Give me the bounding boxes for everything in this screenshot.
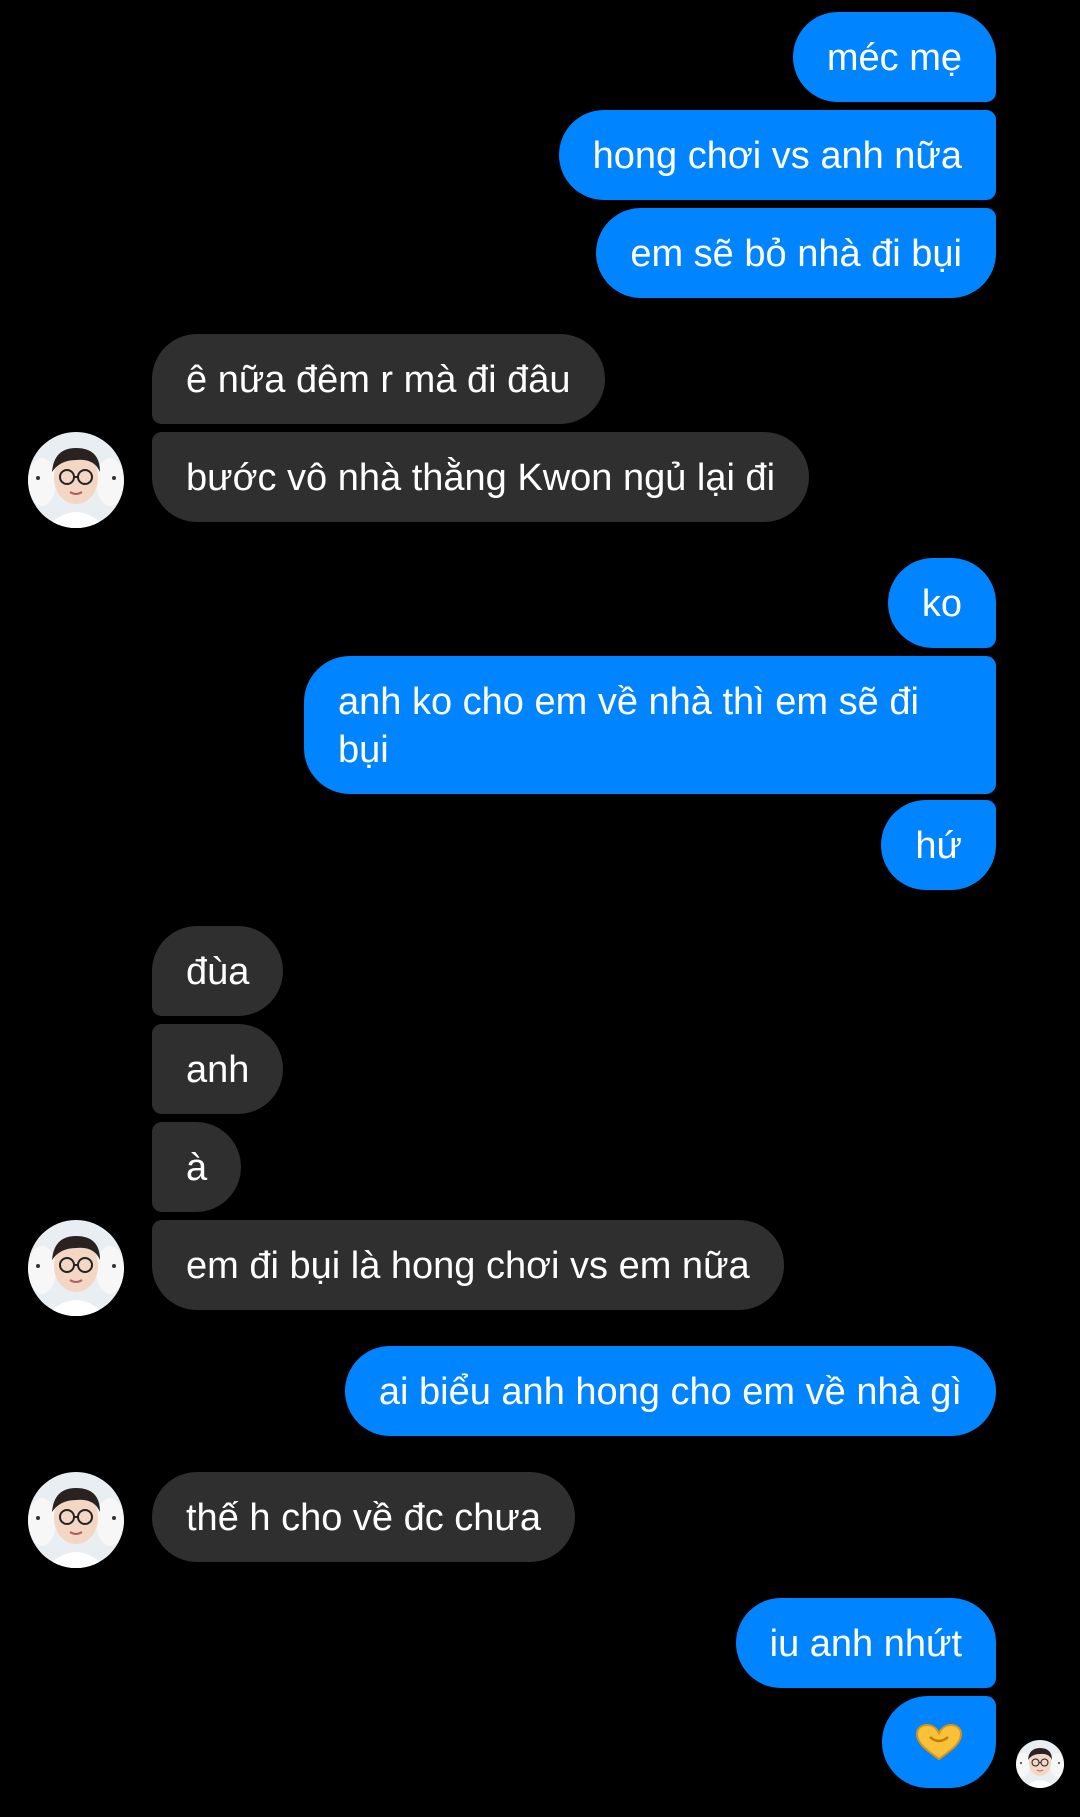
outgoing-message[interactable]: ko (887, 558, 996, 648)
yellow-heart-hands-emoji (915, 1723, 963, 1761)
incoming-message[interactable]: à (152, 1122, 242, 1212)
contact-avatar[interactable] (28, 432, 124, 528)
incoming-message[interactable]: bước vô nhà thằng Kwon ngủ lại đi (152, 432, 810, 522)
outgoing-message[interactable]: hong chơi vs anh nữa (558, 110, 996, 200)
outgoing-message[interactable]: hứ (881, 800, 996, 890)
outgoing-sticker-message[interactable] (882, 1696, 996, 1788)
outgoing-message[interactable]: ai biểu anh hong cho em về nhà gì (344, 1346, 996, 1436)
outgoing-message[interactable]: iu anh nhứt (735, 1598, 996, 1688)
incoming-message[interactable]: thế h cho về đc chưa (152, 1472, 575, 1562)
incoming-message[interactable]: anh (152, 1024, 284, 1114)
incoming-message[interactable]: ê nữa đêm r mà đi đâu (152, 334, 605, 424)
outgoing-message[interactable]: anh ko cho em về nhà thì em sẽ đi bụi (304, 656, 996, 794)
incoming-message[interactable]: em đi bụi là hong chơi vs em nữa (152, 1220, 784, 1310)
outgoing-message[interactable]: méc mẹ (792, 12, 996, 102)
contact-avatar[interactable] (28, 1220, 124, 1316)
seen-avatar (1016, 1740, 1064, 1788)
contact-avatar[interactable] (28, 1472, 124, 1568)
incoming-message[interactable]: đùa (152, 926, 284, 1016)
outgoing-message[interactable]: em sẽ bỏ nhà đi bụi (596, 208, 996, 298)
